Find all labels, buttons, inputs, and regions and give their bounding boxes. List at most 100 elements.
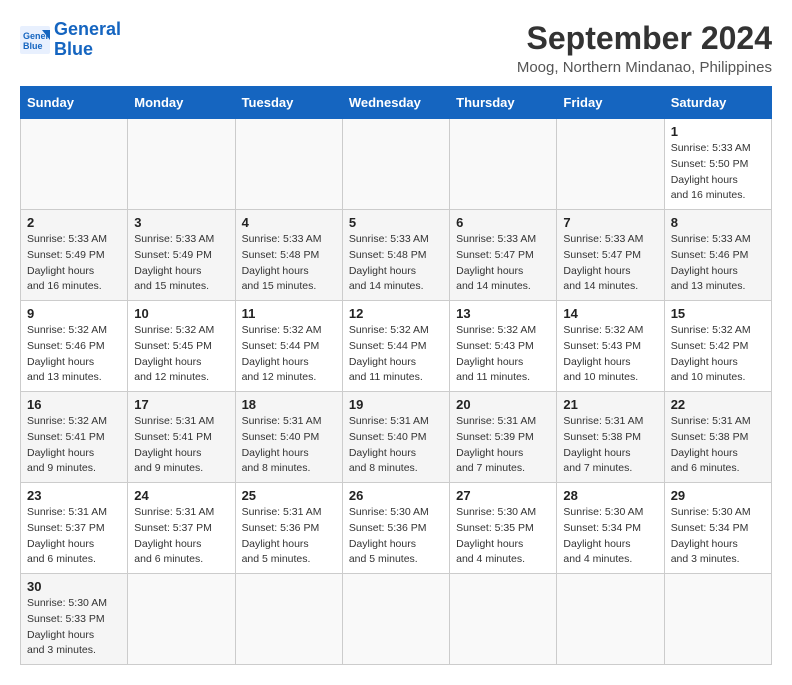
calendar-cell [664, 574, 771, 665]
calendar-cell [450, 119, 557, 210]
day-info: Sunrise: 5:33 AM Sunset: 5:48 PM Dayligh… [242, 232, 336, 295]
calendar-cell: 27 Sunrise: 5:30 AM Sunset: 5:35 PM Dayl… [450, 483, 557, 574]
logo: General Blue General Blue [20, 20, 121, 60]
day-number: 7 [563, 215, 657, 230]
calendar-cell: 29 Sunrise: 5:30 AM Sunset: 5:34 PM Dayl… [664, 483, 771, 574]
header-thursday: Thursday [450, 87, 557, 119]
day-info: Sunrise: 5:30 AM Sunset: 5:35 PM Dayligh… [456, 505, 550, 568]
day-info: Sunrise: 5:31 AM Sunset: 5:37 PM Dayligh… [134, 505, 228, 568]
day-number: 23 [27, 488, 121, 503]
header-wednesday: Wednesday [342, 87, 449, 119]
calendar-cell: 6 Sunrise: 5:33 AM Sunset: 5:47 PM Dayli… [450, 210, 557, 301]
calendar-cell [235, 574, 342, 665]
header-monday: Monday [128, 87, 235, 119]
location-title: Moog, Northern Mindanao, Philippines [517, 59, 772, 76]
day-info: Sunrise: 5:31 AM Sunset: 5:39 PM Dayligh… [456, 414, 550, 477]
day-info: Sunrise: 5:31 AM Sunset: 5:36 PM Dayligh… [242, 505, 336, 568]
day-info: Sunrise: 5:31 AM Sunset: 5:38 PM Dayligh… [563, 414, 657, 477]
day-number: 19 [349, 397, 443, 412]
day-info: Sunrise: 5:32 AM Sunset: 5:41 PM Dayligh… [27, 414, 121, 477]
day-number: 3 [134, 215, 228, 230]
day-info: Sunrise: 5:31 AM Sunset: 5:38 PM Dayligh… [671, 414, 765, 477]
calendar-cell: 28 Sunrise: 5:30 AM Sunset: 5:34 PM Dayl… [557, 483, 664, 574]
calendar-cell [342, 574, 449, 665]
day-info: Sunrise: 5:30 AM Sunset: 5:34 PM Dayligh… [671, 505, 765, 568]
calendar-cell: 10 Sunrise: 5:32 AM Sunset: 5:45 PM Dayl… [128, 301, 235, 392]
day-info: Sunrise: 5:33 AM Sunset: 5:48 PM Dayligh… [349, 232, 443, 295]
calendar-cell: 9 Sunrise: 5:32 AM Sunset: 5:46 PM Dayli… [21, 301, 128, 392]
calendar-cell: 5 Sunrise: 5:33 AM Sunset: 5:48 PM Dayli… [342, 210, 449, 301]
calendar-cell: 17 Sunrise: 5:31 AM Sunset: 5:41 PM Dayl… [128, 392, 235, 483]
day-number: 15 [671, 306, 765, 321]
day-info: Sunrise: 5:32 AM Sunset: 5:44 PM Dayligh… [242, 323, 336, 386]
day-number: 29 [671, 488, 765, 503]
day-info: Sunrise: 5:32 AM Sunset: 5:46 PM Dayligh… [27, 323, 121, 386]
day-info: Sunrise: 5:33 AM Sunset: 5:49 PM Dayligh… [27, 232, 121, 295]
day-number: 28 [563, 488, 657, 503]
calendar-cell: 22 Sunrise: 5:31 AM Sunset: 5:38 PM Dayl… [664, 392, 771, 483]
month-title: September 2024 [517, 20, 772, 57]
calendar-cell: 8 Sunrise: 5:33 AM Sunset: 5:46 PM Dayli… [664, 210, 771, 301]
calendar-cell: 1 Sunrise: 5:33 AM Sunset: 5:50 PM Dayli… [664, 119, 771, 210]
header-saturday: Saturday [664, 87, 771, 119]
calendar-cell [128, 574, 235, 665]
day-info: Sunrise: 5:32 AM Sunset: 5:42 PM Dayligh… [671, 323, 765, 386]
calendar-cell: 4 Sunrise: 5:33 AM Sunset: 5:48 PM Dayli… [235, 210, 342, 301]
week-row-4: 16 Sunrise: 5:32 AM Sunset: 5:41 PM Dayl… [21, 392, 772, 483]
week-row-1: 1 Sunrise: 5:33 AM Sunset: 5:50 PM Dayli… [21, 119, 772, 210]
day-number: 2 [27, 215, 121, 230]
day-info: Sunrise: 5:30 AM Sunset: 5:34 PM Dayligh… [563, 505, 657, 568]
calendar-cell: 12 Sunrise: 5:32 AM Sunset: 5:44 PM Dayl… [342, 301, 449, 392]
calendar-cell: 13 Sunrise: 5:32 AM Sunset: 5:43 PM Dayl… [450, 301, 557, 392]
calendar-cell [557, 119, 664, 210]
header-tuesday: Tuesday [235, 87, 342, 119]
day-number: 16 [27, 397, 121, 412]
calendar-cell: 21 Sunrise: 5:31 AM Sunset: 5:38 PM Dayl… [557, 392, 664, 483]
day-number: 27 [456, 488, 550, 503]
calendar-cell [557, 574, 664, 665]
day-number: 11 [242, 306, 336, 321]
logo-icon: General Blue [20, 26, 50, 54]
day-info: Sunrise: 5:33 AM Sunset: 5:46 PM Dayligh… [671, 232, 765, 295]
day-info: Sunrise: 5:33 AM Sunset: 5:50 PM Dayligh… [671, 141, 765, 204]
day-number: 13 [456, 306, 550, 321]
day-number: 12 [349, 306, 443, 321]
calendar-cell: 30 Sunrise: 5:30 AM Sunset: 5:33 PM Dayl… [21, 574, 128, 665]
day-number: 30 [27, 579, 121, 594]
calendar-cell: 2 Sunrise: 5:33 AM Sunset: 5:49 PM Dayli… [21, 210, 128, 301]
day-number: 5 [349, 215, 443, 230]
week-row-5: 23 Sunrise: 5:31 AM Sunset: 5:37 PM Dayl… [21, 483, 772, 574]
day-info: Sunrise: 5:30 AM Sunset: 5:36 PM Dayligh… [349, 505, 443, 568]
logo-text: General Blue [54, 20, 121, 60]
day-number: 10 [134, 306, 228, 321]
day-info: Sunrise: 5:30 AM Sunset: 5:33 PM Dayligh… [27, 596, 121, 659]
calendar-cell: 20 Sunrise: 5:31 AM Sunset: 5:39 PM Dayl… [450, 392, 557, 483]
calendar-cell: 3 Sunrise: 5:33 AM Sunset: 5:49 PM Dayli… [128, 210, 235, 301]
day-info: Sunrise: 5:31 AM Sunset: 5:37 PM Dayligh… [27, 505, 121, 568]
week-row-2: 2 Sunrise: 5:33 AM Sunset: 5:49 PM Dayli… [21, 210, 772, 301]
day-number: 8 [671, 215, 765, 230]
day-number: 26 [349, 488, 443, 503]
week-row-6: 30 Sunrise: 5:30 AM Sunset: 5:33 PM Dayl… [21, 574, 772, 665]
day-number: 6 [456, 215, 550, 230]
day-info: Sunrise: 5:31 AM Sunset: 5:40 PM Dayligh… [242, 414, 336, 477]
calendar-cell: 25 Sunrise: 5:31 AM Sunset: 5:36 PM Dayl… [235, 483, 342, 574]
day-number: 20 [456, 397, 550, 412]
day-info: Sunrise: 5:32 AM Sunset: 5:45 PM Dayligh… [134, 323, 228, 386]
calendar-cell: 16 Sunrise: 5:32 AM Sunset: 5:41 PM Dayl… [21, 392, 128, 483]
calendar-cell [450, 574, 557, 665]
calendar-cell: 26 Sunrise: 5:30 AM Sunset: 5:36 PM Dayl… [342, 483, 449, 574]
day-number: 22 [671, 397, 765, 412]
day-info: Sunrise: 5:33 AM Sunset: 5:49 PM Dayligh… [134, 232, 228, 295]
calendar-cell: 23 Sunrise: 5:31 AM Sunset: 5:37 PM Dayl… [21, 483, 128, 574]
calendar-table: Sunday Monday Tuesday Wednesday Thursday… [20, 86, 772, 665]
calendar-cell [235, 119, 342, 210]
day-number: 18 [242, 397, 336, 412]
calendar-cell [342, 119, 449, 210]
calendar-cell: 15 Sunrise: 5:32 AM Sunset: 5:42 PM Dayl… [664, 301, 771, 392]
calendar-cell: 18 Sunrise: 5:31 AM Sunset: 5:40 PM Dayl… [235, 392, 342, 483]
calendar-cell: 7 Sunrise: 5:33 AM Sunset: 5:47 PM Dayli… [557, 210, 664, 301]
calendar-cell [21, 119, 128, 210]
header-friday: Friday [557, 87, 664, 119]
svg-text:Blue: Blue [23, 41, 43, 51]
